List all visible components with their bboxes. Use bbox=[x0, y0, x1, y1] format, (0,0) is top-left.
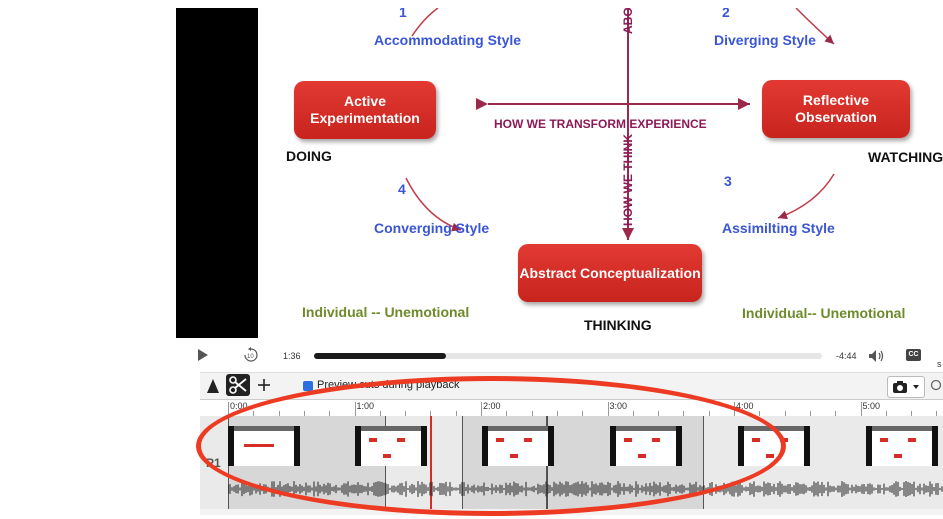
box-active-experimentation: Active Experimentation bbox=[294, 81, 436, 139]
ruler-label: 0:00 bbox=[230, 401, 248, 411]
preview-cuts-label: Preview cuts during playback bbox=[317, 379, 460, 391]
ruler-tick bbox=[734, 402, 735, 416]
volume-icon[interactable] bbox=[868, 349, 886, 363]
how-we-think-label: HOW WE THINK bbox=[621, 134, 635, 226]
editor-toolbar: Preview cuts during playback bbox=[200, 373, 943, 399]
video-track[interactable]: P1 bbox=[200, 416, 943, 509]
play-icon[interactable] bbox=[196, 348, 210, 362]
cut-tool-button[interactable] bbox=[226, 374, 250, 396]
style2-number: 2 bbox=[722, 8, 730, 20]
ruler-tick bbox=[860, 402, 862, 416]
thinking-label: THINKING bbox=[584, 317, 652, 333]
ruler-label: 5:00 bbox=[862, 401, 881, 411]
individual-unemotional-right: Individual-- Unemotional bbox=[742, 305, 906, 321]
about-think-label: ABOUT THINK bbox=[621, 8, 635, 34]
audio-waveform bbox=[228, 481, 943, 497]
accommodating-style-label: Accommodating Style bbox=[374, 32, 522, 48]
timeline-ruler[interactable]: 0:00 1:00 2:00 3:00 4:00 5:00 bbox=[200, 399, 943, 417]
player-controls: 10 1:36 -4:44 CC s bbox=[176, 339, 943, 373]
scissors-icon bbox=[229, 376, 247, 394]
slide-thumbnail bbox=[866, 426, 938, 466]
box-abstract-conceptualization: Abstract Conceptualization bbox=[518, 244, 702, 302]
slide-thumbnail bbox=[482, 426, 554, 466]
style4-number: 4 bbox=[398, 181, 406, 197]
slide-thumbnail bbox=[738, 426, 810, 466]
assimilting-style-label: Assimilting Style bbox=[722, 220, 835, 236]
select-arrow-icon[interactable] bbox=[206, 378, 220, 394]
captions-button[interactable]: CC bbox=[906, 349, 921, 361]
progress-bar[interactable] bbox=[314, 353, 822, 359]
ruler-label: 3:00 bbox=[609, 401, 628, 411]
slide-thumbnail bbox=[355, 426, 427, 466]
slide-thumbnail bbox=[610, 426, 682, 466]
style3-number: 3 bbox=[724, 173, 732, 189]
video-frame[interactable]: 1 Accommodating Style 2 Diverging Style … bbox=[176, 8, 943, 338]
progress-fill bbox=[314, 353, 447, 359]
ruler-tick bbox=[607, 402, 609, 416]
rewind-10-icon[interactable]: 10 bbox=[242, 346, 260, 364]
ruler-tick bbox=[481, 402, 482, 416]
preview-cuts-checkbox[interactable] bbox=[303, 381, 313, 391]
transform-experience-label: HOW WE TRANSFORM EXPERIENCE bbox=[494, 117, 707, 131]
track-label: P1 bbox=[206, 456, 221, 470]
individual-unemotional-left: Individual -- Unemotional bbox=[302, 304, 470, 320]
camera-icon bbox=[893, 381, 919, 393]
ruler-label: 4:00 bbox=[736, 401, 754, 411]
plus-icon[interactable] bbox=[257, 378, 271, 392]
ruler-label: 1:00 bbox=[356, 401, 375, 411]
svg-text:10: 10 bbox=[247, 354, 254, 360]
timeline-editor: Preview cuts during playback 0:00 1:00 2:0… bbox=[200, 372, 943, 515]
converging-style-label: Converging Style bbox=[374, 220, 490, 236]
snapshot-button[interactable] bbox=[887, 376, 925, 398]
style1-number: 1 bbox=[399, 8, 407, 20]
doing-label: DOING bbox=[286, 148, 332, 164]
ruler-label: 2:00 bbox=[483, 401, 501, 411]
current-time: 1:36 bbox=[283, 351, 301, 361]
speed-indicator[interactable]: s bbox=[937, 359, 942, 369]
remaining-time: -4:44 bbox=[836, 351, 857, 361]
zoom-icon[interactable] bbox=[930, 379, 943, 393]
box-reflective-observation: Reflective Observation bbox=[762, 80, 910, 138]
ruler-tick bbox=[228, 402, 229, 416]
ruler-tick bbox=[354, 402, 356, 416]
slide-thumbnail bbox=[228, 426, 300, 466]
watching-label: WATCHING bbox=[868, 149, 943, 165]
diverging-style-label: Diverging Style bbox=[714, 32, 816, 48]
